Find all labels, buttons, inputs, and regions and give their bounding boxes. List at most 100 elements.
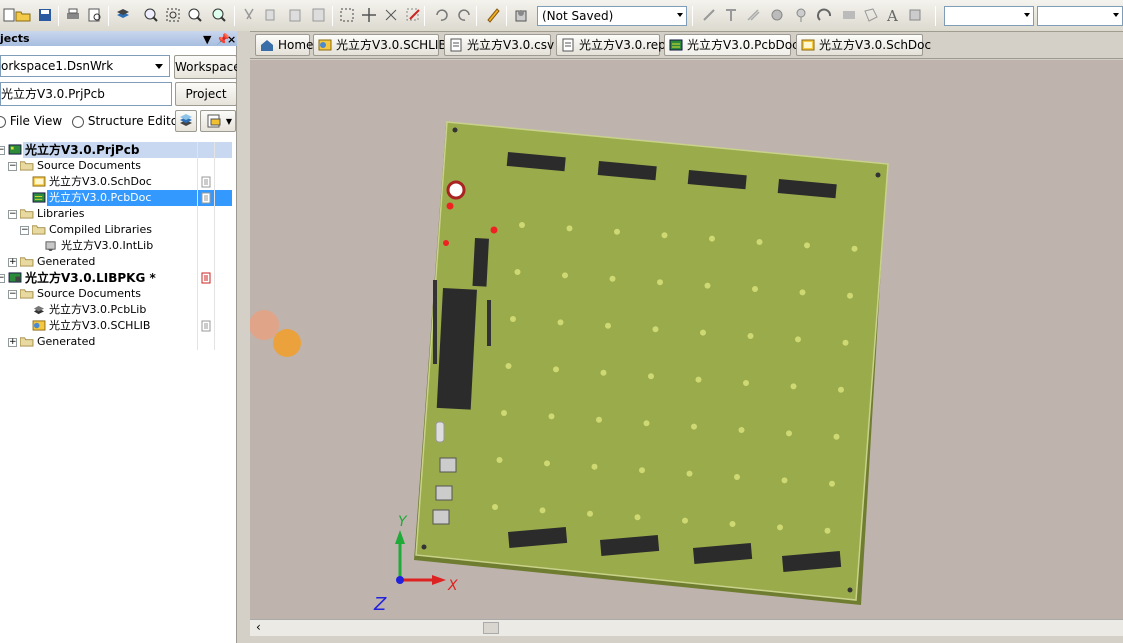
pencil-icon[interactable] [484, 6, 502, 24]
layer-select[interactable] [944, 6, 1034, 26]
led-indicator [490, 226, 498, 234]
collapse-icon[interactable]: − [0, 274, 5, 283]
variant-select[interactable]: (Not Saved) [537, 6, 687, 26]
tab-csv[interactable]: 光立方V3.0.csv [444, 34, 554, 56]
undo-icon[interactable] [432, 6, 450, 24]
copy-icon[interactable] [262, 6, 280, 24]
led-pad [777, 524, 783, 531]
pcb-3d-view[interactable]: Y X Z [249, 60, 1123, 620]
layers-icon[interactable] [114, 6, 132, 24]
tree-item-label: Generated [37, 255, 96, 268]
project-button[interactable]: Project [175, 82, 237, 106]
chevron-down-icon [1024, 13, 1030, 17]
expand-icon[interactable]: + [8, 338, 17, 347]
chevron-down-icon [677, 13, 683, 17]
zoom-selected-icon[interactable] [186, 6, 204, 24]
tab-label: Home [278, 38, 314, 52]
pcb-3d-render[interactable]: Y X Z [249, 60, 1123, 620]
tab-home[interactable]: Home [255, 34, 314, 56]
light-glow [273, 329, 301, 357]
tab-schdoc[interactable]: 光立方V3.0.SchDoc [796, 34, 931, 56]
workspace-button[interactable]: Workspace [174, 55, 241, 79]
tree-item[interactable]: − 光立方V3.0.PrjPcb [0, 142, 232, 158]
tree-item[interactable]: + Generated [0, 254, 232, 270]
arc-icon[interactable] [816, 6, 834, 24]
save-icon[interactable] [36, 6, 54, 24]
open-icon[interactable] [14, 6, 32, 24]
driver-chip [472, 238, 489, 287]
collapse-icon[interactable]: − [8, 162, 17, 171]
mount-hole [875, 172, 881, 178]
led-pad [587, 510, 593, 517]
tree-item[interactable]: 光立方V3.0.SCHLIB [0, 318, 232, 334]
tree-item[interactable]: − 光立方V3.0.LIBPKG * [0, 270, 232, 286]
tree-item[interactable]: 光立方V3.0.PcbLib [0, 302, 232, 318]
view-config-select[interactable] [1037, 6, 1123, 26]
panel-menu-icon[interactable]: ▼ [203, 32, 211, 47]
select-area-icon[interactable] [338, 6, 356, 24]
folder-icon [20, 257, 34, 267]
scroll-left-icon[interactable]: ‹ [256, 620, 261, 634]
collapse-icon[interactable]: − [8, 210, 17, 219]
tree-item[interactable]: 光立方V3.0.SchDoc [0, 174, 232, 190]
document-icon [207, 114, 221, 128]
tree-item[interactable]: − Compiled Libraries [0, 222, 232, 238]
panel-splitter[interactable] [237, 31, 250, 643]
schdoc-icon [32, 176, 46, 187]
tree-item[interactable]: − Libraries [0, 206, 232, 222]
collapse-icon[interactable]: − [8, 290, 17, 299]
tree-item-label: Source Documents [37, 287, 141, 300]
tree-item[interactable]: − Source Documents [0, 158, 232, 174]
tree-item-label: 光立方V3.0.SCHLIB [49, 319, 151, 332]
print-preview-icon[interactable] [86, 6, 104, 24]
zoom-fit-icon[interactable] [164, 6, 182, 24]
pcb-project-icon [8, 144, 22, 155]
structure-editor-radio[interactable] [72, 115, 85, 128]
led-pad [700, 329, 706, 336]
tab-pcbdoc[interactable]: 光立方V3.0.PcbDoc [664, 34, 799, 56]
scroll-thumb[interactable] [483, 622, 499, 634]
pin-header [487, 300, 491, 346]
file-view-radio[interactable] [0, 115, 6, 128]
cut-icon[interactable] [240, 6, 258, 24]
redo-icon[interactable] [456, 6, 474, 24]
print-icon[interactable] [64, 6, 82, 24]
browse-icon[interactable] [512, 6, 530, 24]
collapse-icon[interactable]: − [0, 146, 5, 155]
horizontal-scrollbar[interactable]: ‹ [250, 619, 1123, 636]
project-field[interactable]: 光立方V3.0.PrjPcb [0, 82, 172, 106]
compile-icon-button[interactable] [175, 110, 197, 132]
tab-schlib[interactable]: 光立方V3.0.SCHLIB [313, 34, 447, 56]
interactive-route-icon[interactable] [722, 6, 740, 24]
route-icon[interactable] [700, 6, 718, 24]
tree-item[interactable]: 光立方V3.0.PcbDoc [0, 190, 232, 206]
pad-icon[interactable] [768, 6, 786, 24]
tree-item[interactable]: + Generated [0, 334, 232, 350]
select-all-icon[interactable] [382, 6, 400, 24]
expand-icon[interactable]: + [8, 258, 17, 267]
tree-item[interactable]: − Source Documents [0, 286, 232, 302]
panel-header: jects ▼ 📌 × [0, 31, 237, 46]
project-options-button[interactable]: ▼ [200, 110, 236, 132]
close-icon[interactable]: × [227, 32, 236, 47]
deselect-icon[interactable] [404, 6, 422, 24]
zoom-area-icon[interactable] [142, 6, 160, 24]
paste-icon[interactable] [286, 6, 304, 24]
led-indicator [443, 240, 449, 246]
component-icon[interactable] [906, 6, 924, 24]
tree-item[interactable]: 光立方V3.0.IntLib [0, 238, 232, 254]
led-pad [514, 269, 521, 275]
collapse-icon[interactable]: − [20, 226, 29, 235]
zoom-board-icon[interactable] [210, 6, 228, 24]
paste-special-icon[interactable] [310, 6, 328, 24]
led-pad [614, 228, 620, 235]
tab-rep[interactable]: 光立方V3.0.rep [556, 34, 666, 56]
fill-icon[interactable] [840, 6, 858, 24]
string-icon[interactable]: A [884, 6, 902, 24]
move-icon[interactable] [360, 6, 378, 24]
mount-hole [452, 127, 458, 133]
diff-pair-icon[interactable] [744, 6, 762, 24]
workspace-select[interactable]: orkspace1.DsnWrk [0, 55, 170, 77]
via-icon[interactable] [792, 6, 810, 24]
polygon-icon[interactable] [862, 6, 880, 24]
